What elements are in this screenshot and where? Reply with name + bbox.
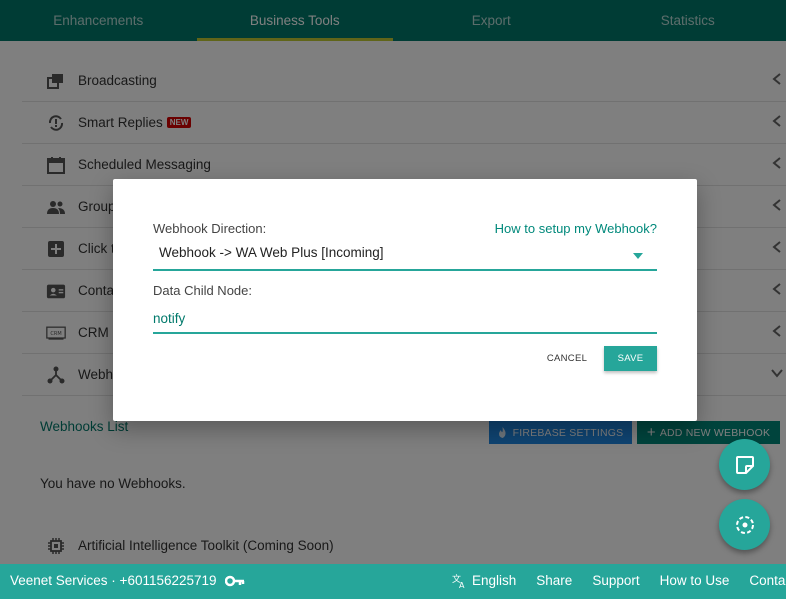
data-child-node-label: Data Child Node: — [153, 283, 252, 298]
svg-text:A: A — [459, 581, 465, 588]
sticker-fab[interactable] — [719, 439, 770, 490]
target-fab[interactable] — [719, 499, 770, 550]
how-to-use-link[interactable]: How to Use — [660, 573, 730, 588]
service-text: Veenet Services · +601156225719 — [10, 573, 217, 588]
language-label: English — [472, 573, 517, 588]
data-child-node-input[interactable] — [153, 304, 657, 334]
key-icon[interactable] — [224, 575, 245, 587]
dropdown-arrow-icon — [633, 253, 643, 259]
contact-link[interactable]: Contact — [749, 573, 786, 588]
save-button[interactable]: SAVE — [604, 346, 657, 371]
footer-bar: Veenet Services · +601156225719 文A Engli… — [0, 564, 786, 599]
center-focus-icon — [735, 515, 754, 534]
sticker-icon — [735, 455, 754, 474]
webhook-modal: Webhook Direction: How to setup my Webho… — [113, 179, 697, 421]
webhook-direction-select[interactable]: Webhook -> WA Web Plus [Incoming] — [153, 241, 657, 271]
webhook-help-link[interactable]: How to setup my Webhook? — [495, 221, 657, 236]
share-link[interactable]: Share — [536, 573, 572, 588]
service-info: Veenet Services · +601156225719 — [10, 573, 245, 588]
support-link[interactable]: Support — [592, 573, 639, 588]
footer-nav: 文A English Share Support How to Use Cont… — [452, 573, 786, 588]
translate-icon: 文A — [452, 573, 465, 588]
webhook-direction-value: Webhook -> WA Web Plus [Incoming] — [159, 245, 384, 260]
webhook-direction-label: Webhook Direction: — [153, 221, 267, 236]
language-selector[interactable]: 文A English — [452, 573, 516, 588]
cancel-button[interactable]: CANCEL — [537, 346, 597, 371]
